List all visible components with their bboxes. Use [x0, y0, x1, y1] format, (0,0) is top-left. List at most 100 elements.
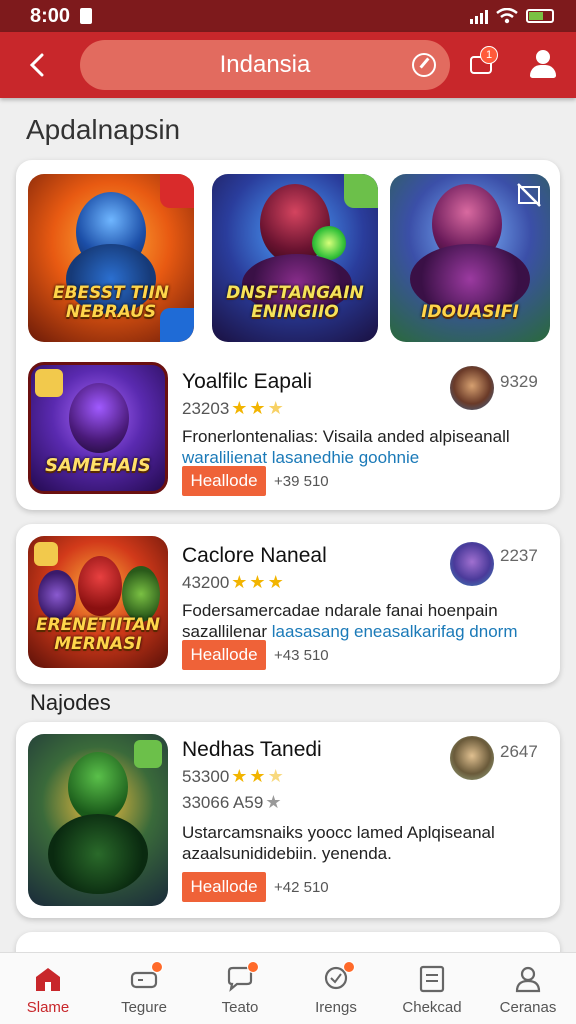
app-card-3: Nedhas Tanedi 53300 ★ ★ ★ 33066 A59 ★ Us… — [16, 722, 560, 918]
app-desc-text: Fodersamercadae ndarale fanai hoenpain — [182, 601, 498, 620]
developer-avatar-1[interactable] — [450, 366, 494, 410]
search-input[interactable]: Indansia — [80, 40, 450, 90]
bottom-nav: Slame Tegure Teato Irengs Chekcad Cerana… — [0, 952, 576, 1024]
banner-game-1[interactable]: EBESST TIIN NEBRAUS — [28, 174, 194, 342]
install-button-1[interactable]: Heallode — [182, 466, 266, 496]
status-bar: 8:00 — [0, 0, 576, 32]
app-desc-text: Fronerlontenalias: Visaila anded alpisea… — [182, 427, 510, 446]
signal-icon — [470, 8, 488, 24]
nav-item-checklist[interactable]: Chekcad — [384, 953, 480, 1024]
checklist-icon — [419, 965, 445, 993]
app-desc-1: Fronerlontenalias: Visaila anded alpisea… — [182, 426, 522, 468]
app-desc-link[interactable]: waralilienat lasanedhie goohnie — [182, 447, 522, 468]
thumb-caption-1: SAMEHAIS — [45, 455, 151, 476]
app-desc-text: Ustarcamsnaiks yoocc lamed Aplqiseanal — [182, 823, 495, 842]
section-subtitle: Najodes — [30, 690, 111, 715]
app-name-1[interactable]: Yoalfilc Eapali — [182, 370, 312, 394]
app-name-2[interactable]: Caclore Naneal — [182, 544, 327, 568]
banner-game-2[interactable]: DNSFTANGAIN ENINGIIO — [212, 174, 378, 342]
nav-item-profile[interactable]: Ceranas — [480, 953, 576, 1024]
app-size-3: +42 510 — [274, 879, 329, 896]
thumb-caption-2b: MERNASI — [54, 634, 142, 654]
badge-icon — [160, 174, 194, 208]
section-title: Apdalnapsin — [26, 114, 181, 145]
rating-count: 23203 — [182, 398, 230, 418]
wifi-icon — [496, 8, 518, 24]
badge-icon — [35, 369, 63, 397]
star-icon: ★ — [267, 572, 284, 592]
app-name-3[interactable]: Nedhas Tanedi — [182, 738, 322, 762]
app-desc-text: azaalsunididebiin. yenenda. — [182, 844, 392, 863]
star-icon: ★ — [265, 792, 282, 812]
nav-label: Chekcad — [402, 999, 462, 1016]
battery-icon — [526, 9, 554, 23]
app-thumb-3[interactable] — [28, 734, 168, 906]
message-icon — [321, 961, 355, 993]
nav-item-games[interactable]: Tegure — [96, 953, 192, 1024]
app-rating-3: 53300 ★ ★ ★ — [182, 766, 284, 787]
app-rating-2: 43200 ★ ★ ★ — [182, 572, 284, 593]
chat-icon — [225, 961, 259, 993]
status-time: 8:00 — [30, 4, 71, 27]
search-value: Indansia — [219, 51, 311, 78]
app-desc-text: sazallilenar — [182, 622, 272, 641]
app-thumb-1[interactable]: SAMEHAIS — [28, 362, 168, 494]
app-desc-2: Fodersamercadae ndarale fanai hoenpain s… — [182, 600, 532, 642]
chat-badge: 1 — [480, 46, 498, 64]
banner-caption-2a: DNSFTANGAIN — [226, 283, 364, 303]
nav-label: Irengs — [315, 999, 357, 1016]
profile-button[interactable] — [528, 50, 558, 80]
star-half-icon: ★ — [267, 766, 284, 786]
badge-icon — [134, 740, 162, 768]
banner-caption-1a: EBESST TIIN — [52, 283, 170, 303]
star-icon: ★ — [249, 398, 266, 418]
nav-item-store[interactable]: Slame — [0, 953, 96, 1024]
app-count-2: 2237 — [500, 546, 538, 565]
banner-caption-1b: NEBRAUS — [65, 302, 157, 322]
profile-icon — [515, 966, 541, 993]
install-button-2[interactable]: Heallode — [182, 640, 266, 670]
app-count-3: 2647 — [500, 742, 538, 761]
nav-label: Slame — [26, 999, 70, 1016]
nav-item-chat[interactable]: Teato — [192, 953, 288, 1024]
app-bar: Indansia 1 — [0, 32, 576, 98]
chevron-left-icon — [29, 53, 44, 77]
banner-caption-3a: IDOUASIFI — [421, 302, 519, 322]
developer-avatar-2[interactable] — [450, 542, 494, 586]
app-size-2: +43 510 — [274, 647, 329, 664]
developer-avatar-3[interactable] — [450, 736, 494, 780]
rating-count: 53300 — [182, 766, 230, 786]
badge-icon — [344, 174, 378, 208]
rating-secondary-text: 33066 A59 — [182, 792, 264, 812]
star-icon: ★ — [249, 572, 266, 592]
app-size-1: +39 510 — [274, 473, 329, 490]
star-icon: ★ — [231, 572, 248, 592]
badge-icon — [34, 542, 58, 566]
star-icon: ★ — [231, 766, 248, 786]
app-desc-3: Ustarcamsnaiks yoocc lamed Aplqiseanal a… — [182, 822, 532, 864]
star-icon: ★ — [231, 398, 248, 418]
app-rating-secondary: 33066 A59 ★ — [182, 792, 281, 813]
nav-item-messages[interactable]: Irengs — [288, 953, 384, 1024]
nav-label: Tegure — [121, 999, 167, 1016]
app-card-2: ERENETIITAN MERNASI Caclore Naneal 43200… — [16, 524, 560, 684]
profile-icon — [536, 50, 550, 64]
notification-icon — [80, 8, 93, 24]
rating-count: 43200 — [182, 572, 230, 592]
no-image-icon — [517, 183, 541, 207]
app-count-1: 9329 — [500, 372, 538, 391]
thumb-caption-2a: ERENETIITAN — [35, 615, 161, 635]
store-icon — [36, 968, 60, 991]
edit-icon[interactable] — [412, 53, 436, 77]
banner-caption-2b: ENINGIIO — [251, 302, 339, 322]
star-half-icon: ★ — [267, 398, 284, 418]
chat-button[interactable]: 1 — [470, 46, 498, 78]
app-thumb-2[interactable]: ERENETIITAN MERNASI — [28, 536, 168, 668]
gamepad-icon — [129, 961, 163, 993]
nav-label: Ceranas — [499, 999, 557, 1016]
banner-game-3[interactable]: IDOUASIFI — [390, 174, 550, 342]
back-button[interactable] — [22, 50, 52, 80]
install-button-3[interactable]: Heallode — [182, 872, 266, 902]
app-desc-link[interactable]: laasasang eneasalkarifag dnorm — [272, 622, 518, 641]
app-rating-1: 23203 ★ ★ ★ — [182, 398, 284, 419]
